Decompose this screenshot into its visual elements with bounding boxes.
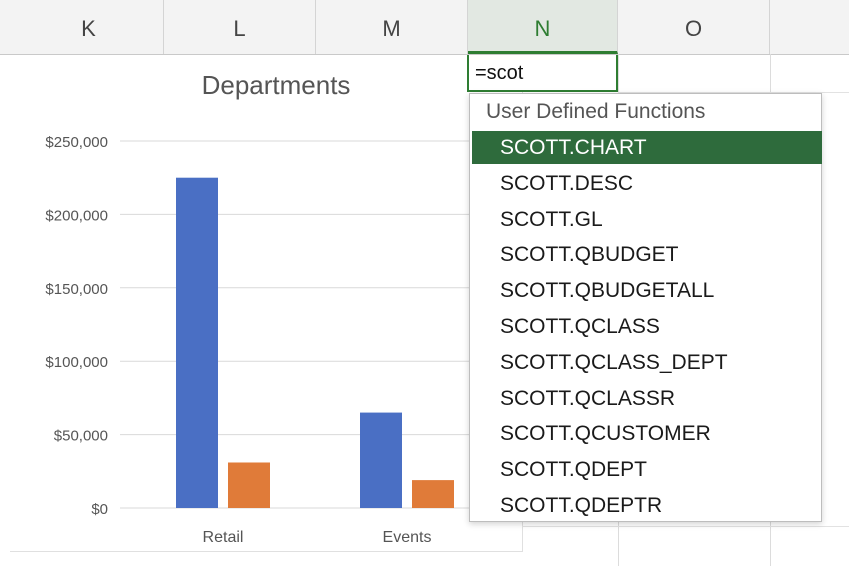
function-item[interactable]: SCOTT.QCLASSR (472, 382, 822, 415)
active-cell-n[interactable]: =scot (467, 55, 618, 92)
column-header-k[interactable]: K (14, 0, 164, 54)
x-category-label: Retail (203, 529, 244, 546)
column-header-row: K L M N O (0, 0, 849, 55)
cell-formula: =scot (475, 62, 524, 84)
column-header-label: N (534, 16, 551, 41)
function-autocomplete-dropdown: User Defined Functions SCOTT.CHART SCOTT.… (469, 93, 822, 522)
grid-line (522, 526, 849, 527)
function-item[interactable]: SCOTT.QBUDGETALL (472, 274, 822, 307)
dropdown-header: User Defined Functions (486, 100, 706, 123)
column-header-label: K (81, 16, 96, 41)
function-item[interactable]: SCOTT.DESC (472, 167, 822, 200)
column-header-label: O (684, 16, 703, 41)
bar (412, 480, 454, 508)
column-header-l[interactable]: L (164, 0, 316, 54)
bar (176, 177, 218, 508)
column-header-m[interactable]: M (316, 0, 468, 54)
column-header-o[interactable]: O (618, 0, 770, 54)
function-item[interactable]: SCOTT.QDEPT (472, 453, 822, 486)
y-tick-label: $50,000 (54, 428, 108, 445)
y-tick-label: $100,000 (45, 354, 108, 371)
x-category-label: Events (383, 529, 432, 546)
function-item[interactable]: SCOTT.QBUDGET (472, 238, 822, 271)
y-tick-label: $200,000 (45, 207, 108, 224)
chart-title: Departments (202, 70, 351, 100)
chart-svg: Departments $0 $50,000 $100,000 $150,000 $200… (45, 70, 522, 546)
column-header-label: L (233, 16, 246, 41)
y-tick-label: $0 (91, 501, 108, 518)
y-tick-label: $150,000 (45, 281, 108, 298)
function-item[interactable]: SCOTT.QDEPTR (472, 489, 822, 522)
function-item[interactable]: SCOTT.QCLASS_DEPT (472, 346, 822, 379)
bar (360, 412, 402, 508)
function-item[interactable]: SCOTT.CHART (472, 131, 822, 164)
column-header-label: M (382, 16, 401, 41)
chart[interactable]: Departments $0 $50,000 $100,000 $150,000 $200… (10, 56, 523, 552)
function-item[interactable]: SCOTT.QCLASS (472, 310, 822, 343)
function-item[interactable]: SCOTT.QCUSTOMER (472, 417, 822, 450)
column-header-n[interactable]: N (468, 0, 618, 54)
y-tick-label: $250,000 (45, 134, 108, 151)
bar (228, 462, 270, 508)
function-item[interactable]: SCOTT.GL (472, 203, 822, 236)
